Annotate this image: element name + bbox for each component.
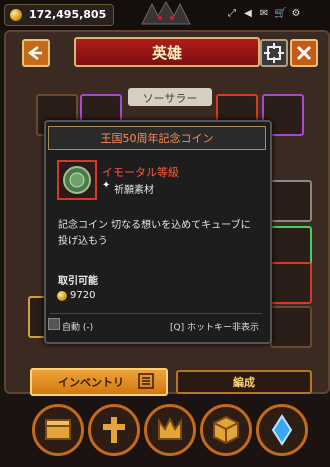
item-type: 祈願素材 [114, 185, 154, 196]
gold-coin-icon [10, 9, 22, 21]
crystal-icon [271, 414, 293, 446]
sparkle-icon: ✦ [102, 180, 111, 191]
commemorative-coin-icon [63, 166, 91, 194]
gold-amount: 172,495,805 [29, 8, 107, 21]
crown-icon [158, 416, 182, 440]
tradeable-label: 取引可能 [58, 276, 98, 287]
nav-crystal-button[interactable] [256, 404, 308, 456]
page-title: 英雄 [151, 44, 182, 62]
class-tab[interactable]: ソーサラー [128, 88, 212, 106]
target-icon [264, 43, 284, 63]
tab-inventory[interactable]: インベントリ [30, 368, 168, 396]
inventory-chest-icon [45, 419, 71, 440]
tab-inventory-label: インベントリ [58, 376, 124, 389]
nav-cube-button[interactable] [200, 404, 252, 456]
hotkey-hint: [Q] ホットキー非表示 [170, 323, 259, 333]
item-icon-frame [57, 160, 97, 200]
inventory-slot[interactable] [270, 262, 312, 304]
select-button[interactable] [260, 39, 288, 67]
gold-counter[interactable]: 172,495,805 [4, 4, 114, 26]
list-icon [138, 373, 154, 389]
back-arrow-icon [27, 46, 42, 60]
auto-setting[interactable]: 自動 (-) [62, 320, 93, 333]
nav-crown-button[interactable] [144, 404, 196, 456]
nav-inventory-button[interactable] [32, 404, 84, 456]
nav-cross-button[interactable] [88, 404, 140, 456]
tooltip-divider [50, 313, 262, 314]
system-icons: ⤢ ◀ ✉ 🛒 ⚙ [226, 8, 326, 22]
tooltip-title-bar: 王国50周年記念コイン [48, 126, 266, 150]
demon-ornament-icon [141, 0, 191, 25]
mail-icon[interactable]: ✉ [258, 8, 270, 20]
expand-icon[interactable]: ⤢ [226, 8, 238, 20]
cube-icon [213, 415, 239, 445]
settings-gear-icon[interactable]: ⚙ [290, 8, 302, 20]
item-price: 9720 [70, 290, 96, 301]
inventory-slot[interactable] [270, 306, 312, 348]
header-title-plate: 英雄 [74, 37, 260, 67]
class-tab-label: ソーサラー [142, 92, 198, 105]
tab-formation[interactable]: 編成 [176, 370, 312, 394]
item-description: 記念コイン 切なる想いを込めてキューブに投げ込もう [58, 220, 251, 247]
back-button[interactable] [22, 39, 50, 67]
gold-coin-icon [57, 291, 67, 301]
auto-checkbox-icon[interactable] [48, 318, 60, 330]
cross-icon [103, 417, 125, 443]
shop-cart-icon[interactable]: 🛒 [274, 8, 286, 20]
volume-icon[interactable]: ◀ [242, 8, 254, 20]
item-grade: イモータル等級 [102, 166, 179, 179]
close-button[interactable] [290, 39, 318, 67]
tab-formation-label: 編成 [233, 376, 255, 389]
close-x-icon [296, 45, 312, 61]
inventory-slot[interactable] [270, 180, 312, 222]
item-name: 王国50周年記念コイン [100, 132, 214, 145]
